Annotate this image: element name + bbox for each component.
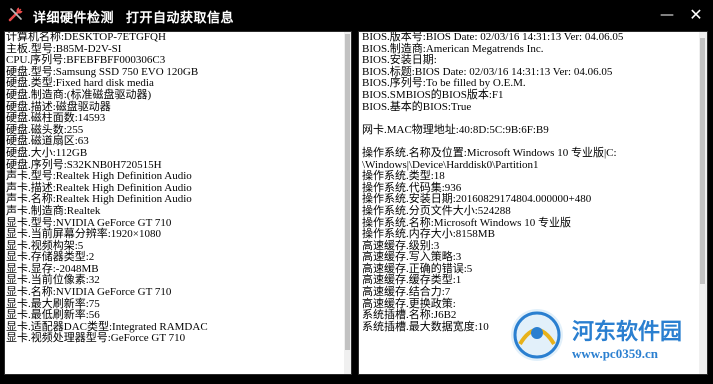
minimize-button[interactable]: — — [655, 3, 679, 27]
left-info-line: 硬盘.大小:112GB — [6, 146, 88, 159]
hardware-info-text-left[interactable]: 计算机名称:DESKTOP-7ETGFQH 主板.型号:B85M-D2V-SI CP… — [6, 32, 208, 345]
watermark-logo-icon — [511, 309, 563, 361]
window-title: 详细硬件检测 打开自动获取信息 — [33, 7, 234, 26]
right-info-line: BIOS.版本号:BIOS Date: 02/03/16 14:31:13 Ve… — [362, 31, 624, 43]
watermark: 河东软件园 www.pc0359.cn — [508, 306, 713, 382]
right-info-line: 操作系统.内存大小:8158MB — [362, 228, 495, 241]
left-info-line: 显卡.视频处理器型号:GeForce GT 710 — [6, 332, 186, 345]
left-scrollbar-thumb[interactable] — [345, 34, 350, 350]
window-subtitle-text: 打开自动获取信息 — [126, 11, 235, 26]
right-info-line: BIOS.基本的BIOS:True — [362, 100, 472, 113]
right-info-line: 操作系统.类型:18 — [362, 170, 445, 183]
right-info-line: BIOS.SMBIOS的BIOS版本:F1 — [362, 88, 504, 101]
wrench-screwdriver-icon — [8, 7, 23, 22]
left-info-line: 硬盘.制造商:(标准磁盘驱动器) — [6, 88, 152, 101]
hardware-info-text-right[interactable]: BIOS.版本号:BIOS Date: 02/03/16 14:31:13 Ve… — [362, 32, 623, 333]
hardware-info-panel-left[interactable]: 计算机名称:DESKTOP-7ETGFQH 主板.型号:B85M-D2V-SI CP… — [4, 31, 352, 375]
left-info-line: 声卡.制造商:Realtek — [6, 204, 101, 217]
left-info-line: 计算机名称:DESKTOP-7ETGFQH — [6, 31, 166, 43]
left-info-line: 声卡.型号:Realtek High Definition Audio — [6, 170, 192, 183]
window-title-text: 详细硬件检测 — [33, 11, 115, 26]
left-info-line: 硬盘.磁柱面数:14593 — [6, 112, 106, 125]
left-scrollbar[interactable] — [344, 32, 351, 374]
right-info-line: 高速缓存.结合力:7 — [362, 286, 451, 299]
left-info-line: 显卡.名称:NVIDIA GeForce GT 710 — [6, 286, 172, 299]
left-info-line: 显卡.当前屏幕分辨率:1920×1080 — [6, 228, 162, 241]
watermark-name: 河东软件园 — [572, 319, 683, 344]
right-info-line — [362, 113, 623, 125]
right-scrollbar-thumb[interactable] — [700, 38, 705, 284]
right-info-line: 操作系统.名称及位置:Microsoft Windows 10 专业版|C: — [362, 146, 617, 159]
right-info-line: 操作系统.分页文件大小:524288 — [362, 204, 511, 217]
watermark-url: www.pc0359.cn — [572, 346, 658, 361]
close-button[interactable]: ✕ — [684, 3, 708, 27]
title-bar: 详细硬件检测 打开自动获取信息 — ✕ — [0, 0, 713, 30]
right-info-line: 网卡.MAC物理地址:40:8D:5C:9B:6F:B9 — [362, 123, 549, 136]
